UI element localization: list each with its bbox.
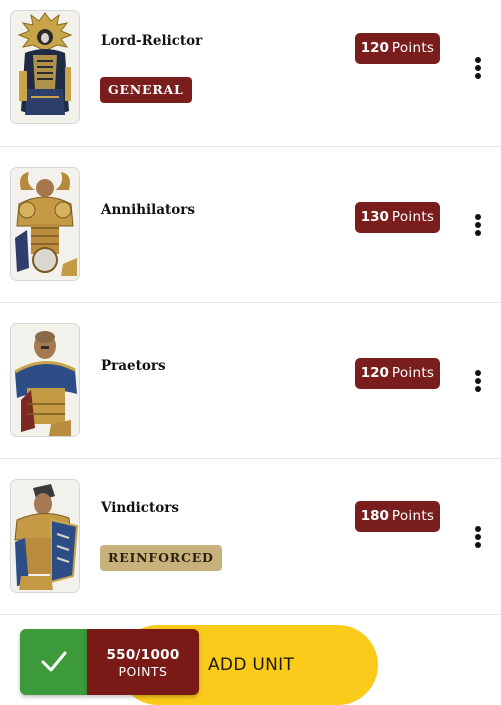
points-badge: 130 Points [355, 202, 440, 233]
unit-row-praetors[interactable]: Praetors 120 Points [0, 303, 501, 459]
points-label: Points [391, 508, 435, 524]
points-badge: 120 Points [355, 33, 440, 64]
points-label: Points [391, 365, 435, 381]
unit-name: Annihilators [101, 202, 196, 218]
unit-name: Vindictors [101, 500, 179, 516]
add-unit-label[interactable]: ADD UNIT [208, 655, 294, 675]
unit-thumbnail-lord-relictor [10, 10, 80, 124]
more-options-icon[interactable] [466, 522, 490, 552]
unit-row-lord-relictor[interactable]: Lord-Relictor GENERAL 120 Points [0, 0, 501, 147]
points-value: 180 [360, 508, 389, 524]
more-options-icon[interactable] [466, 210, 490, 240]
unit-thumbnail-vindictors [10, 479, 80, 593]
unit-thumbnail-annihilators [10, 167, 80, 281]
reinforced-badge: REINFORCED [100, 545, 222, 571]
points-total-panel: 550/1000 POINTS [87, 629, 199, 695]
points-value: 120 [360, 40, 389, 56]
points-label: Points [391, 209, 435, 225]
points-value: 120 [360, 365, 389, 381]
points-total-unit: POINTS [118, 664, 168, 679]
unit-row-vindictors[interactable]: Vindictors REINFORCED 180 Points [0, 459, 501, 615]
points-total-value: 550/1000 [106, 647, 180, 663]
checkmark-icon [41, 651, 67, 672]
confirm-button[interactable] [20, 629, 87, 695]
points-badge: 180 Points [355, 501, 440, 532]
points-label: Points [391, 40, 435, 56]
general-badge: GENERAL [100, 77, 192, 103]
points-value: 130 [360, 209, 389, 225]
unit-name: Lord-Relictor [101, 33, 203, 49]
points-badge: 120 Points [355, 358, 440, 389]
unit-row-annihilators[interactable]: Annihilators 130 Points [0, 147, 501, 303]
unit-name: Praetors [101, 358, 166, 374]
unit-thumbnail-praetors [10, 323, 80, 437]
more-options-icon[interactable] [466, 366, 490, 396]
more-options-icon[interactable] [466, 53, 490, 83]
